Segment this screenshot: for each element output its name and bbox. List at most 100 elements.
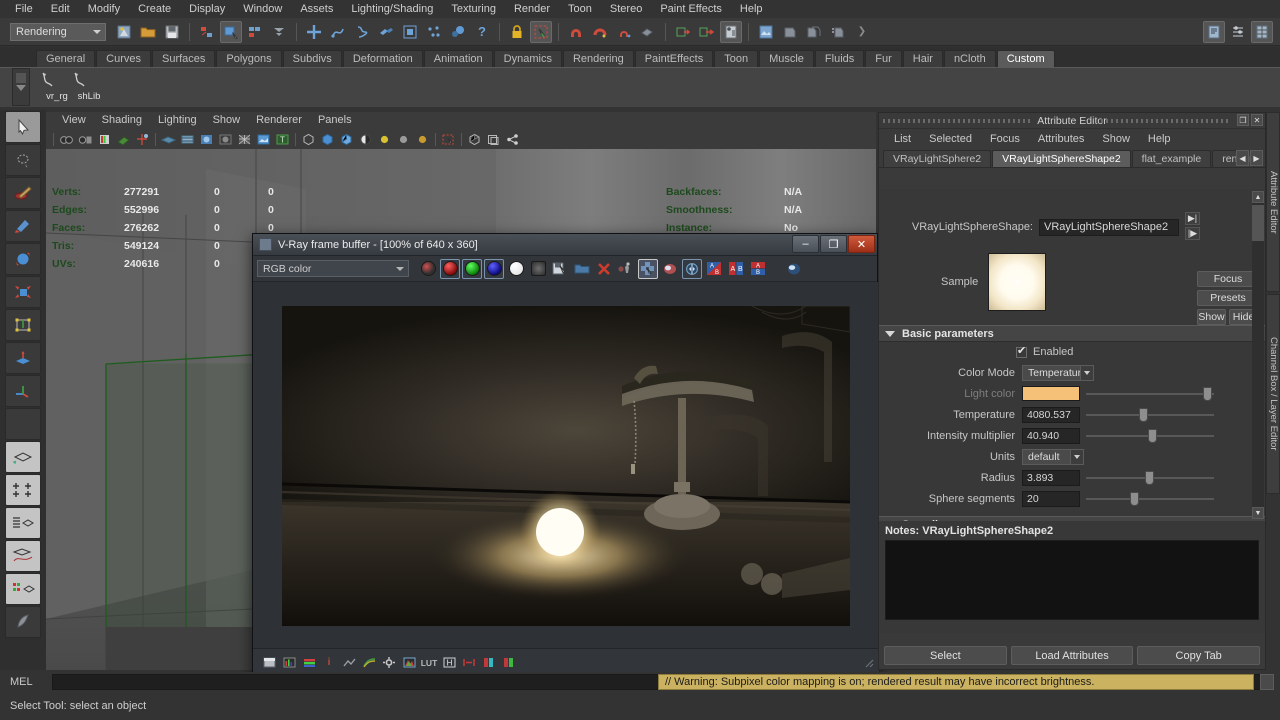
move-tool-button[interactable] xyxy=(5,210,41,242)
shelf-button-shlib[interactable]: shLib xyxy=(72,71,106,102)
vfb-resize-grip[interactable] xyxy=(862,656,876,670)
curve-icon[interactable] xyxy=(342,656,356,670)
node-output-arrow-icon[interactable]: |▶ xyxy=(1185,227,1200,240)
move-snap-grid-icon[interactable] xyxy=(303,21,325,43)
snap-magnet-point-icon[interactable] xyxy=(613,21,635,43)
shelf-tab-ncloth[interactable]: nCloth xyxy=(943,50,996,67)
slider-knob[interactable] xyxy=(1139,407,1148,422)
srgb-icon[interactable] xyxy=(402,656,416,670)
pixel-aspect-icon[interactable] xyxy=(462,656,476,670)
intensity-multiplier-field[interactable]: 40.940 xyxy=(1022,427,1080,444)
xray-text-icon[interactable]: T xyxy=(274,131,291,148)
shelf-tab-subdivs[interactable]: Subdivs xyxy=(282,50,342,67)
lut-icon[interactable]: LUT xyxy=(421,656,438,670)
slider-knob[interactable] xyxy=(1148,428,1157,443)
two-d-pan-zoom-icon[interactable] xyxy=(134,131,151,148)
select-by-object-type-icon[interactable] xyxy=(220,20,242,43)
temperature-field[interactable]: 4080.537 xyxy=(1022,406,1080,423)
enabled-checkbox[interactable] xyxy=(1016,345,1027,358)
ae-menu-focus[interactable]: Focus xyxy=(981,133,1029,145)
ae-menu-selected[interactable]: Selected xyxy=(920,133,981,145)
shelf-tab-fur[interactable]: Fur xyxy=(865,50,902,67)
scroll-thumb[interactable] xyxy=(1252,205,1264,241)
select-button[interactable]: Select xyxy=(884,646,1007,665)
gear-icon[interactable] xyxy=(382,656,396,670)
single-perspective-layout-button[interactable] xyxy=(5,441,41,473)
image-plane-icon[interactable] xyxy=(115,131,132,148)
no-lights-icon[interactable] xyxy=(395,131,412,148)
menu-edit[interactable]: Edit xyxy=(42,0,79,18)
menu-texturing[interactable]: Texturing xyxy=(442,0,505,18)
shelf-tab-painteffects[interactable]: PaintEffects xyxy=(634,50,714,67)
render-view-icon[interactable] xyxy=(755,21,777,43)
stereo-icon[interactable] xyxy=(682,258,702,279)
menu-set-selector[interactable]: Rendering xyxy=(10,22,106,41)
ae-tab-vraylightsphereshape2[interactable]: VRayLightSphereShape2 xyxy=(992,150,1131,167)
shelf-tab-hair[interactable]: Hair xyxy=(902,50,943,67)
input-output-connections-icon[interactable] xyxy=(447,21,469,43)
copy-tab-button[interactable]: Copy Tab xyxy=(1137,646,1261,665)
rgb-channel-icon[interactable] xyxy=(418,259,438,279)
universal-manipulator-button[interactable] xyxy=(5,309,41,341)
sphere-segments-slider[interactable] xyxy=(1086,491,1214,507)
ae-menu-help[interactable]: Help xyxy=(1139,133,1180,145)
menu-paint-effects[interactable]: Paint Effects xyxy=(651,0,731,18)
green-channel-icon[interactable] xyxy=(462,258,482,279)
maya-embedded-language-button[interactable] xyxy=(5,606,41,638)
camera-attributes-icon[interactable] xyxy=(77,131,94,148)
xray-active-components-icon[interactable] xyxy=(485,131,502,148)
menu-toon[interactable]: Toon xyxy=(559,0,601,18)
snap-to-plane-icon[interactable] xyxy=(375,21,397,43)
shelf-tab-dynamics[interactable]: Dynamics xyxy=(493,50,562,67)
select-camera-icon[interactable] xyxy=(58,131,75,148)
show-button[interactable]: Show xyxy=(1197,309,1226,325)
shelf-tab-animation[interactable]: Animation xyxy=(423,50,493,67)
shaded-mode-icon[interactable] xyxy=(217,131,234,148)
snap-magnet-grid-icon[interactable] xyxy=(565,21,587,43)
vfb-image-area[interactable] xyxy=(253,282,879,649)
hue-icon[interactable] xyxy=(362,656,376,670)
bookmark-icon[interactable] xyxy=(96,131,113,148)
histogram-icon[interactable] xyxy=(282,656,296,670)
xray-mode-icon[interactable] xyxy=(466,131,483,148)
region-render-icon[interactable] xyxy=(638,258,658,279)
menu-lighting-shading[interactable]: Lighting/Shading xyxy=(342,0,442,18)
minimize-button[interactable]: – xyxy=(792,235,819,253)
load-attributes-button[interactable]: Load Attributes xyxy=(1010,646,1134,665)
lasso-tool-button[interactable] xyxy=(5,144,41,176)
notes-textarea[interactable] xyxy=(885,540,1259,620)
all-lights-icon[interactable] xyxy=(376,131,393,148)
viewport-menu-renderer[interactable]: Renderer xyxy=(248,112,310,129)
menu-modify[interactable]: Modify xyxy=(79,0,129,18)
ab-diagonal-compare-icon[interactable]: AB xyxy=(704,259,724,279)
color-levels-icon[interactable] xyxy=(302,656,316,670)
sphere-segments-field[interactable]: 20 xyxy=(1022,490,1080,507)
grid-display-icon[interactable] xyxy=(160,131,177,148)
viewport-menu-panels[interactable]: Panels xyxy=(310,112,360,129)
temperature-slider[interactable] xyxy=(1086,407,1214,423)
maximize-button[interactable]: ❐ xyxy=(820,235,847,253)
viewport-menu-shading[interactable]: Shading xyxy=(94,112,150,129)
scroll-down-arrow-icon[interactable]: ▼ xyxy=(1252,507,1264,519)
radius-field[interactable]: 3.893 xyxy=(1022,469,1080,486)
toolbar-overflow-arrow-icon[interactable]: ❯ xyxy=(851,21,873,43)
ae-menu-show[interactable]: Show xyxy=(1093,133,1139,145)
wireframe-on-shaded-icon[interactable] xyxy=(236,131,253,148)
rendered-image[interactable] xyxy=(282,305,850,626)
info-icon[interactable]: i xyxy=(322,656,336,670)
tool-settings-toggle-icon[interactable] xyxy=(1227,21,1249,43)
monochrome-icon[interactable] xyxy=(528,259,548,279)
soft-modification-tool-button[interactable] xyxy=(5,342,41,374)
alpha-channel-icon[interactable] xyxy=(506,259,526,279)
scale-tool-button[interactable] xyxy=(5,276,41,308)
red-channel-icon[interactable] xyxy=(440,258,460,279)
light-color-swatch[interactable] xyxy=(1022,386,1080,401)
menu-assets[interactable]: Assets xyxy=(291,0,342,18)
hdr-icon[interactable]: H xyxy=(442,656,456,670)
close-button[interactable]: ✕ xyxy=(848,235,875,253)
ab-side-compare-icon[interactable]: AB xyxy=(726,259,746,279)
menu-window[interactable]: Window xyxy=(234,0,291,18)
vertical-tab-attribute-editor[interactable]: Attribute Editor xyxy=(1266,112,1280,292)
ab-vertical-compare-icon[interactable]: AB xyxy=(748,259,768,279)
save-image-icon[interactable] xyxy=(550,259,570,279)
